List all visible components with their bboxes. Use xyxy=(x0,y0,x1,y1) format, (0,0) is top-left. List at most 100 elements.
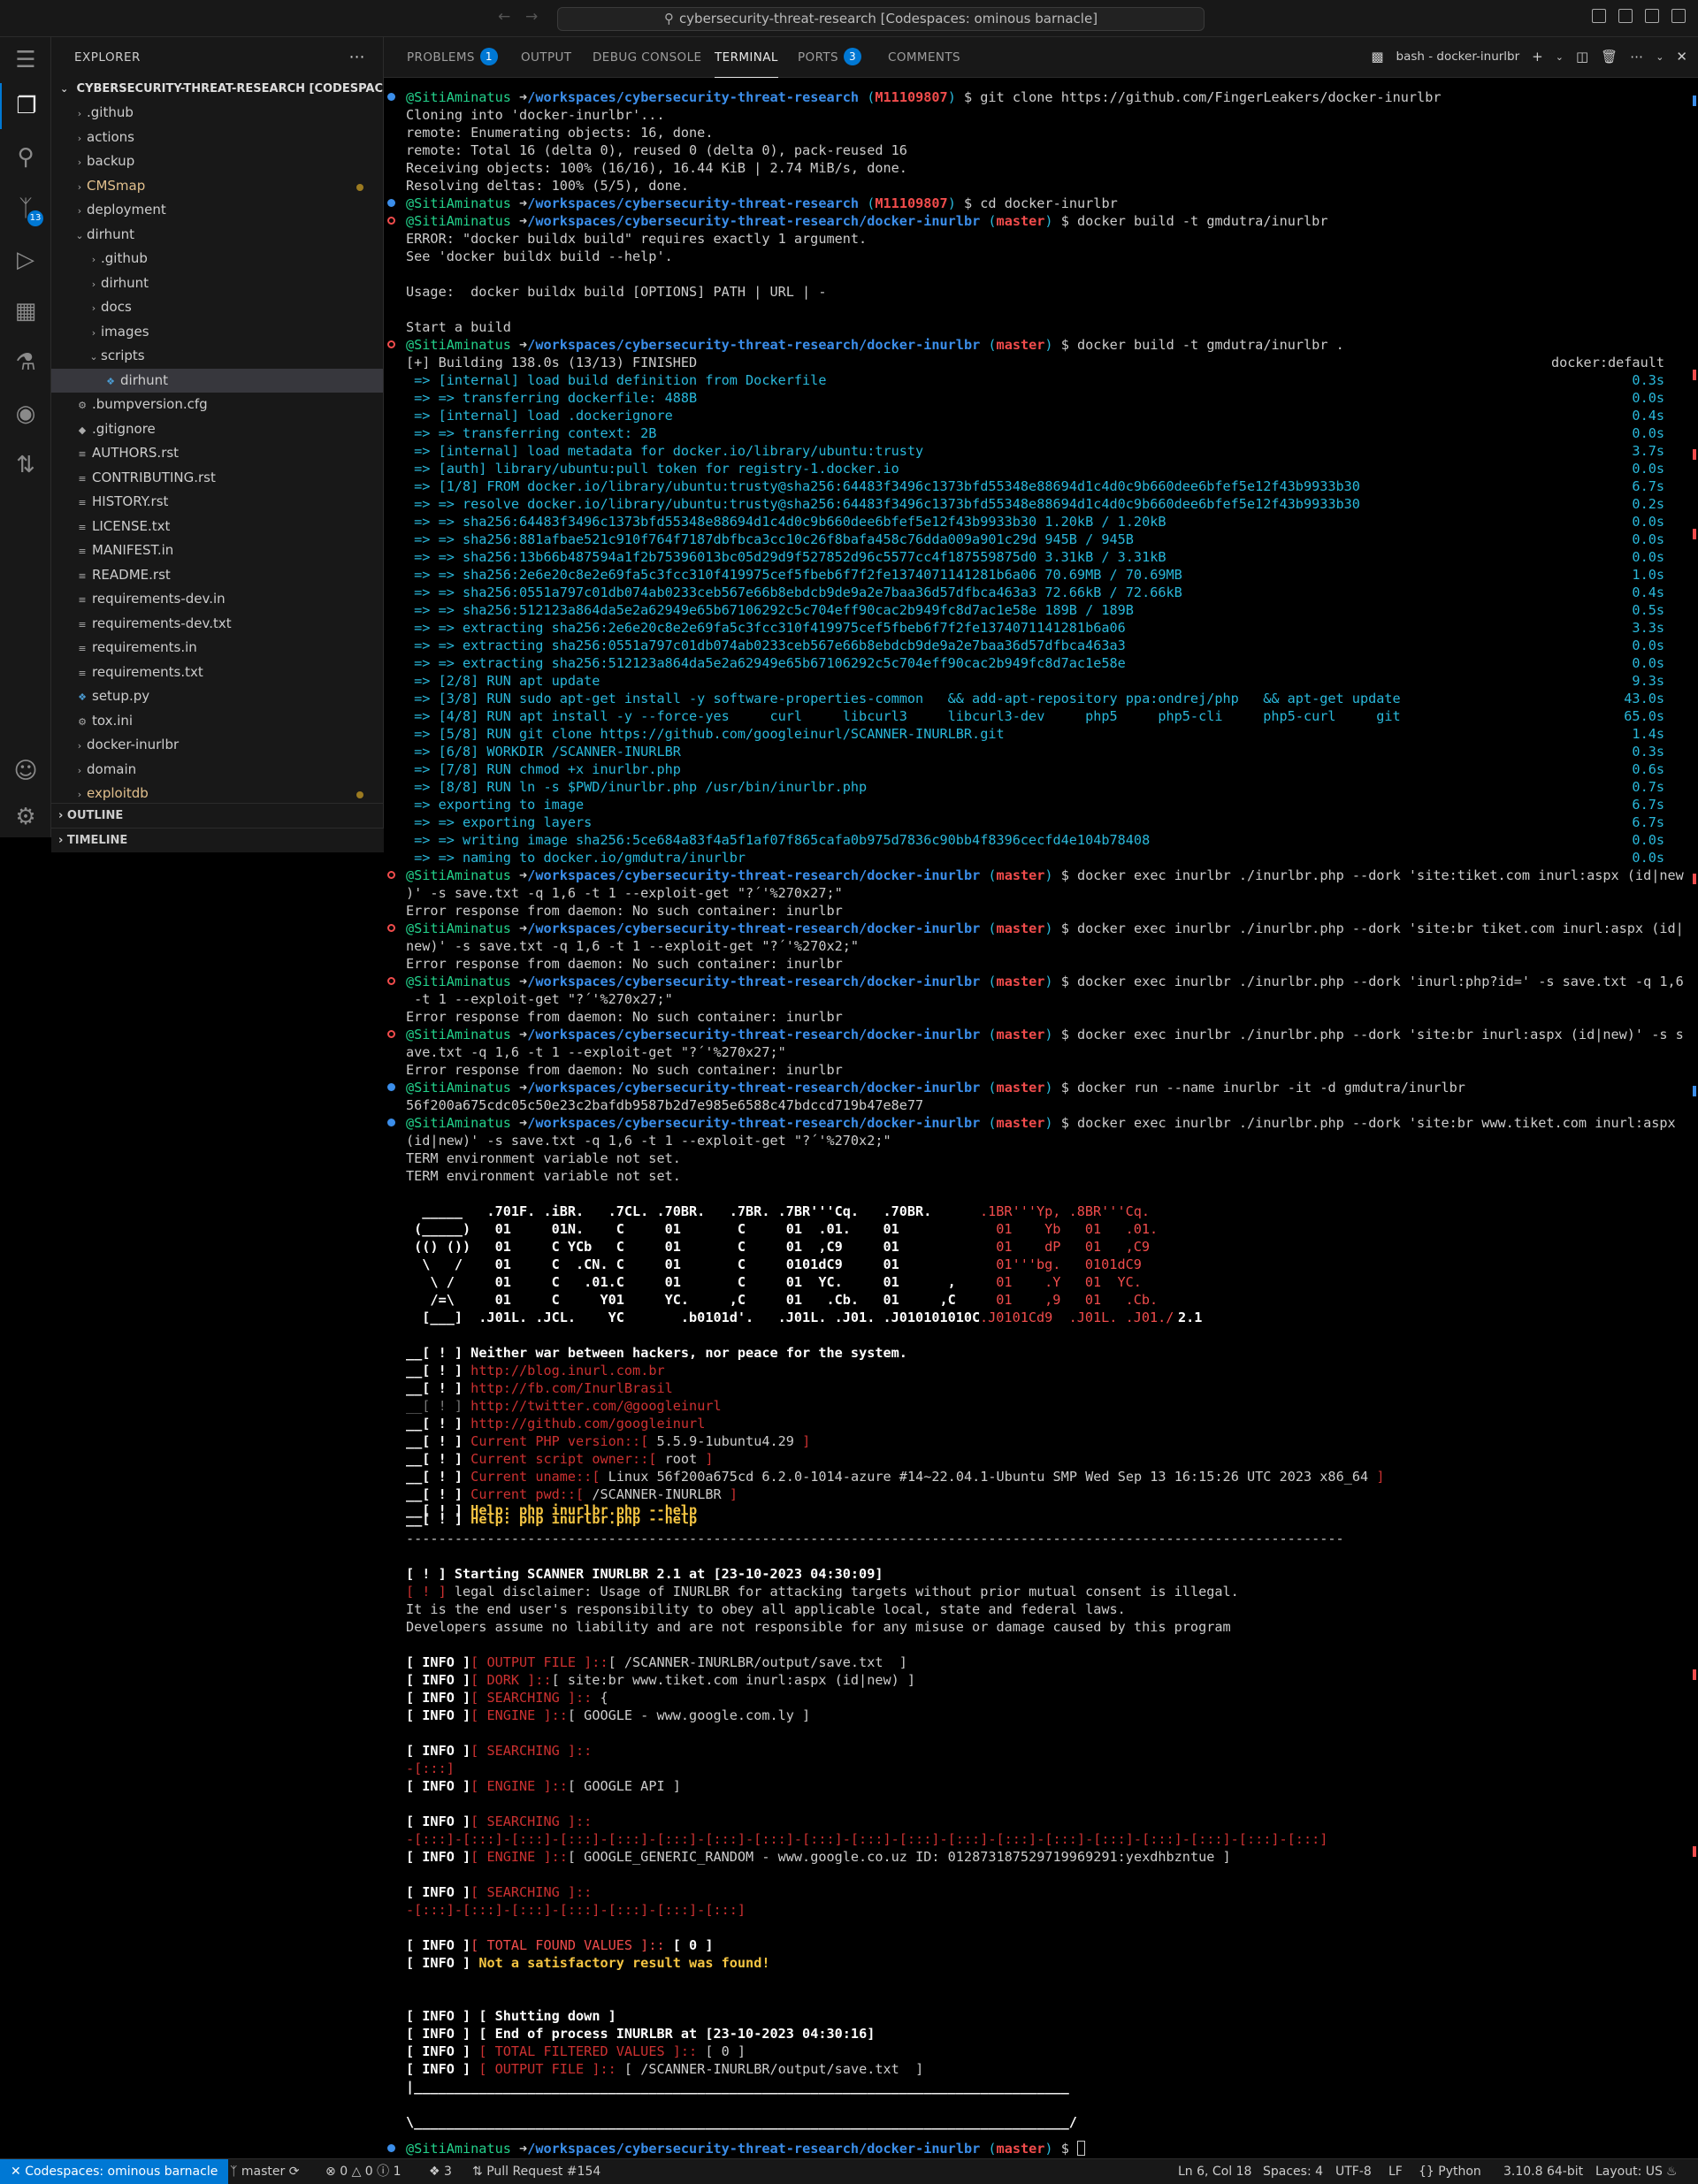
cursor-position[interactable]: Ln 6, Col 18 xyxy=(1178,2159,1251,2184)
problems-indicator[interactable]: ⊗ 0 △ 0 ⓘ 1 xyxy=(325,2159,402,2184)
success-marker xyxy=(387,1119,395,1126)
encoding[interactable]: UTF-8 xyxy=(1335,2159,1372,2184)
accounts-icon[interactable]: ☺ xyxy=(0,748,51,794)
tree-file[interactable]: ◆ .gitignore xyxy=(51,417,383,442)
tree-file[interactable]: ≡ MANIFEST.in xyxy=(51,538,383,563)
toggle-panel-icon[interactable] xyxy=(1618,9,1633,23)
tree-label: CONTRIBUTING.rst xyxy=(92,469,216,485)
pull-request-indicator[interactable]: ⇅ Pull Request #154 xyxy=(472,2159,600,2184)
python-interpreter[interactable]: 3.10.8 64-bit xyxy=(1503,2159,1583,2184)
run-debug-icon[interactable]: ▷ xyxy=(0,237,51,283)
text-file-icon: ≡ xyxy=(78,594,87,606)
tab-debug-console[interactable]: DEBUG CONSOLE xyxy=(593,37,701,78)
testing-icon[interactable]: ⚗ xyxy=(0,340,51,386)
remote-indicator[interactable]: ✕ Codespaces: ominous barnacle xyxy=(0,2159,229,2184)
pwd-line: __[ ! ] Current pwd::[ /SCANNER-INURLBR … xyxy=(406,1486,738,1502)
text-file-icon: ≡ xyxy=(78,472,87,485)
back-arrow-icon[interactable]: ← xyxy=(498,8,510,26)
banner-line: \ / 01 C .CN. C 01 C 0101dC9 01 xyxy=(406,1256,899,1272)
more-actions-icon[interactable]: ⋯ xyxy=(349,37,366,78)
customize-layout-icon[interactable] xyxy=(1671,9,1686,23)
language-mode[interactable]: {} Python xyxy=(1419,2159,1481,2184)
repo-root[interactable]: ⌄ CYBERSECURITY-THREAT-RESEARCH [CODESPA… xyxy=(51,78,383,101)
search-icon[interactable]: ⚲ xyxy=(0,134,51,180)
source-control-icon[interactable]: ᛉ 13 xyxy=(0,186,51,232)
tree-folder[interactable]: › deployment xyxy=(51,198,383,223)
tree-file[interactable]: ⚙ tox.ini xyxy=(51,709,383,734)
tree-folder[interactable]: ⌄ scripts xyxy=(51,344,383,369)
tree-file[interactable]: ≡ HISTORY.rst xyxy=(51,490,383,515)
tree-file[interactable]: ≡ requirements-dev.txt xyxy=(51,612,383,637)
tree-folder[interactable]: › actions xyxy=(51,126,383,150)
build-step-time: 0.4s xyxy=(1632,408,1664,424)
build-step-time: 0.0s xyxy=(1632,531,1664,547)
tree-file-selected[interactable]: ❖ dirhunt xyxy=(51,368,383,393)
command-center-search[interactable]: ⚲ cybersecurity-threat-research [Codespac… xyxy=(557,7,1205,31)
tab-comments[interactable]: COMMENTS xyxy=(888,37,960,78)
ports-indicator[interactable]: ❖ 3 xyxy=(429,2159,452,2184)
tree-folder[interactable]: › docker-inurlbr xyxy=(51,733,383,758)
build-step: => [6/8] WORKDIR /SCANNER-INURLBR xyxy=(406,744,681,760)
trash-icon[interactable]: 🗑 xyxy=(1601,49,1618,65)
tree-folder[interactable]: › backup xyxy=(51,149,383,174)
tree-file[interactable]: ❖ setup.py xyxy=(51,684,383,709)
toggle-primary-sidebar-icon[interactable] xyxy=(1592,9,1606,23)
banner-line: 01'''bg. 0101dC9 xyxy=(980,1256,1142,1272)
tree-file[interactable]: ≡ requirements.in xyxy=(51,636,383,661)
close-icon[interactable]: ✕ xyxy=(1676,49,1687,65)
tab-output[interactable]: OUTPUT xyxy=(521,37,571,78)
explorer-icon[interactable]: ❐ xyxy=(0,83,51,129)
tree-folder[interactable]: › domain xyxy=(51,758,383,783)
github-icon[interactable]: ◉ xyxy=(0,391,51,437)
terminal-output[interactable]: @SitiAminatus ➜/workspaces/cybersecurity… xyxy=(384,78,1698,2158)
tree-file[interactable]: ≡ requirements.txt xyxy=(51,661,383,685)
tree-folder[interactable]: › .github xyxy=(51,101,383,126)
menu-icon[interactable]: ☰ xyxy=(0,37,51,83)
chevron-down-icon[interactable]: ⌄ xyxy=(1656,51,1664,63)
tree-folder[interactable]: › CMSmap xyxy=(51,174,383,199)
keyboard-layout[interactable]: Layout: US xyxy=(1595,2159,1663,2184)
tree-folder[interactable]: › docs xyxy=(51,295,383,320)
tree-folder[interactable]: ⌄ dirhunt xyxy=(51,223,383,248)
tab-ports[interactable]: PORTS 3 xyxy=(798,37,861,78)
more-actions-icon[interactable]: ⋯ xyxy=(1630,49,1643,65)
tree-file[interactable]: ≡ CONTRIBUTING.rst xyxy=(51,466,383,491)
toggle-secondary-sidebar-icon[interactable] xyxy=(1645,9,1659,23)
banner-line: _____ .701F. .iBR. .7CL. .70BR. .7BR. .7… xyxy=(406,1203,932,1219)
forward-arrow-icon[interactable]: → xyxy=(525,8,538,26)
tab-problems[interactable]: PROBLEMS 1 xyxy=(407,37,498,78)
outline-section[interactable]: › OUTLINE xyxy=(51,803,383,828)
build-step-time: 9.3s xyxy=(1632,673,1664,689)
chevron-down-icon[interactable]: ⌄ xyxy=(1556,51,1564,63)
chevron-down-icon: ⌄ xyxy=(89,351,98,363)
branch-indicator[interactable]: ᛉ master ⟳ xyxy=(230,2159,299,2184)
link-line: __[ ! ] http://twitter.com/@googleinurl xyxy=(406,1398,722,1414)
build-step: => => sha256:2e6e20c8e2e69fa5c3fcc310f41… xyxy=(406,567,1182,583)
timeline-section[interactable]: › TIMELINE xyxy=(51,828,384,852)
tree-file[interactable]: ≡ README.rst xyxy=(51,563,383,588)
tree-file[interactable]: ⚙ .bumpversion.cfg xyxy=(51,393,383,417)
tab-terminal[interactable]: TERMINAL xyxy=(715,37,778,78)
output-line: ave.txt -q 1,6 -t 1 --exploit-get "?´'%2… xyxy=(406,1044,786,1060)
tree-file[interactable]: ≡ AUTHORS.rst xyxy=(51,441,383,466)
tree-folder[interactable]: › .github xyxy=(51,247,383,271)
settings-gear-icon[interactable]: ⚙ xyxy=(0,794,51,840)
line-ending[interactable]: LF xyxy=(1388,2159,1403,2184)
tree-folder[interactable]: › dirhunt xyxy=(51,271,383,296)
tree-file[interactable]: ≡ LICENSE.txt xyxy=(51,515,383,539)
split-terminal-icon[interactable]: ◫ xyxy=(1576,49,1588,65)
extensions-icon[interactable]: ▦ xyxy=(0,288,51,334)
new-terminal-icon[interactable]: + xyxy=(1532,49,1543,65)
build-step-time: 0.0s xyxy=(1632,655,1664,671)
terminal-name[interactable]: bash - docker-inurlbr xyxy=(1396,50,1520,64)
bell-icon[interactable]: ♨ xyxy=(1666,2159,1678,2184)
build-step: => => sha256:512123a864da5e2a62949e65b67… xyxy=(406,602,1134,618)
indentation[interactable]: Spaces: 4 xyxy=(1263,2159,1323,2184)
banner-line: \ / 01 C .01.C 01 C 01 YC. 01 , xyxy=(406,1274,956,1290)
build-step: => => transferring dockerfile: 488B xyxy=(406,390,698,406)
tree-folder[interactable]: › images xyxy=(51,320,383,345)
tree-file[interactable]: ≡ requirements-dev.in xyxy=(51,587,383,612)
tree-label: requirements-dev.txt xyxy=(92,615,232,631)
chevron-right-icon: › xyxy=(77,764,82,776)
pull-requests-icon[interactable]: ⇅ xyxy=(0,442,51,488)
